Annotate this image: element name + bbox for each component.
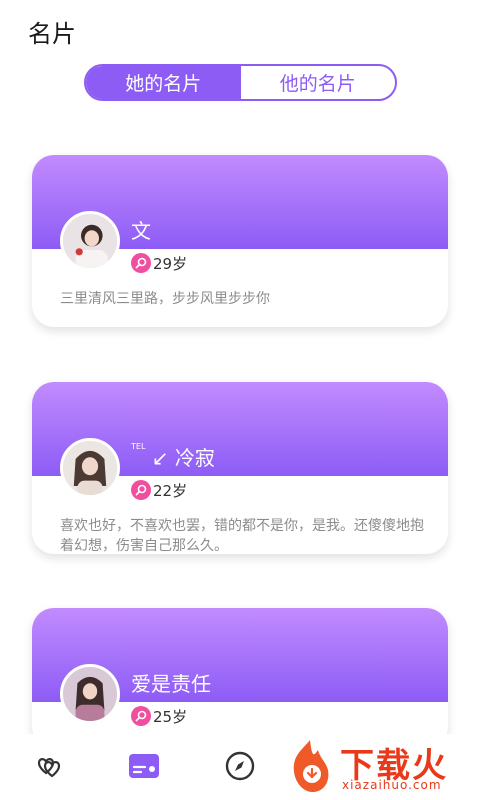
profile-card[interactable]: 文 29岁 三里清风三里路，步步风里步步你 (32, 155, 448, 327)
profile-name: 爱是责任 (131, 672, 211, 696)
page-title: 名片 (28, 20, 76, 48)
card-icon[interactable] (124, 746, 164, 786)
avatar-photo (63, 214, 117, 268)
tel-prefix: TEL (131, 442, 146, 451)
avatar[interactable] (60, 664, 120, 724)
profile-age: 29岁 (153, 255, 188, 273)
avatar-photo (63, 667, 117, 721)
female-icon (131, 480, 151, 500)
profile-card[interactable]: TEL ↙ 冷寂 22岁 喜欢也好，不喜欢也罢，错的都不是你，是我。还傻傻地抱着… (32, 382, 448, 554)
flame-logo-icon (293, 740, 329, 792)
female-icon (131, 253, 151, 273)
watermark-url: xiazaihuo.com (342, 778, 442, 792)
profile-name-text: 冷寂 (174, 446, 215, 470)
arrow-icon: ↙ (151, 446, 169, 470)
profile-age: 25岁 (153, 708, 188, 726)
hearts-icon[interactable] (27, 746, 67, 786)
watermark: 下载火 xiazaihuo.com (280, 734, 480, 800)
tab-his-cards[interactable]: 他的名片 (241, 66, 396, 99)
profile-bio: 喜欢也好，不喜欢也罢，错的都不是你，是我。还傻傻地抱着幻想，伤害自己那么久。 (60, 518, 424, 554)
profile-name: TEL ↙ 冷寂 (131, 442, 215, 471)
avatar[interactable] (60, 211, 120, 271)
avatar[interactable] (60, 438, 120, 498)
avatar-photo (63, 441, 117, 495)
compass-icon[interactable] (220, 746, 260, 786)
tab-her-cards[interactable]: 她的名片 (86, 66, 241, 99)
profile-age: 22岁 (153, 482, 188, 500)
profile-card[interactable]: 爱是责任 25岁 (32, 608, 448, 748)
profile-bio: 三里清风三里路，步步风里步步你 (60, 291, 270, 307)
profile-name: 文 (131, 219, 151, 243)
card-type-switch[interactable]: 她的名片 他的名片 (84, 64, 397, 101)
female-icon (131, 706, 151, 726)
